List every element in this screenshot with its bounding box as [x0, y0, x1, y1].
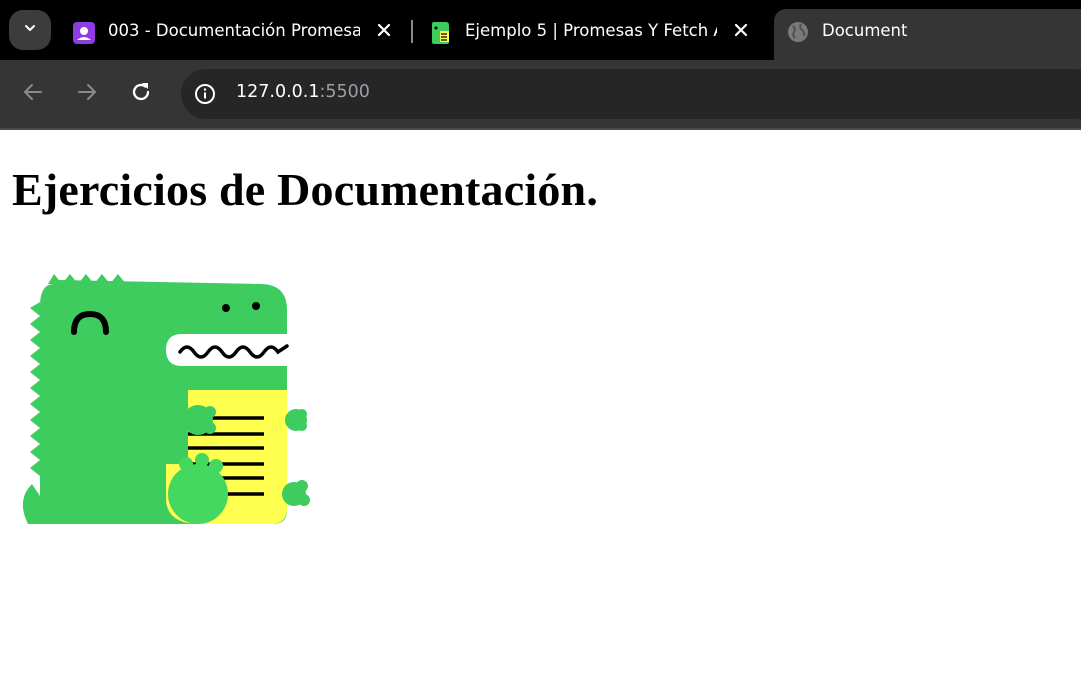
arrow-left-icon: [22, 81, 44, 107]
page-heading: Ejercicios de Documentación.: [12, 164, 599, 215]
tab-title: Document: [822, 21, 908, 40]
tab-documentacion-promesas[interactable]: 003 - Documentación Promesas: [60, 8, 406, 60]
site-info-icon[interactable]: [194, 83, 216, 109]
tab-favicon-docusaurus-icon: [429, 20, 453, 50]
tab-title: 003 - Documentación Promesas: [108, 21, 360, 40]
tab-separator: [411, 20, 413, 43]
close-icon: [377, 22, 391, 41]
tab-search-button[interactable]: [9, 10, 51, 50]
docusaurus-dinosaur-image: [14, 272, 314, 532]
tab-close-button[interactable]: [731, 21, 751, 41]
close-icon: [734, 22, 748, 41]
arrow-right-icon: [76, 81, 98, 107]
reload-icon: [130, 81, 152, 107]
content-divider: [0, 128, 1081, 130]
forward-button[interactable]: [73, 80, 101, 108]
tab-document[interactable]: Document: [774, 9, 1081, 61]
url-port: :5500: [319, 82, 370, 102]
tab-close-button[interactable]: [374, 21, 394, 41]
url-text[interactable]: 127.0.0.1:5500: [236, 82, 370, 102]
tab-ejemplo-5[interactable]: Ejemplo 5 | Promesas Y Fetch API: [417, 8, 763, 60]
url-host: 127.0.0.1: [236, 82, 320, 102]
tab-favicon-user-icon: [72, 21, 96, 49]
tab-title: Ejemplo 5 | Promesas Y Fetch API: [465, 21, 717, 40]
back-button[interactable]: [19, 80, 47, 108]
tab-strip: 003 - Documentación Promesas Ejemplo 5 |…: [0, 0, 1081, 61]
reload-button[interactable]: [127, 80, 155, 108]
chevron-down-icon: [22, 20, 38, 40]
browser-toolbar: 127.0.0.1:5500: [0, 60, 1081, 129]
address-bar[interactable]: 127.0.0.1:5500: [181, 69, 1081, 119]
globe-icon: [787, 21, 809, 47]
